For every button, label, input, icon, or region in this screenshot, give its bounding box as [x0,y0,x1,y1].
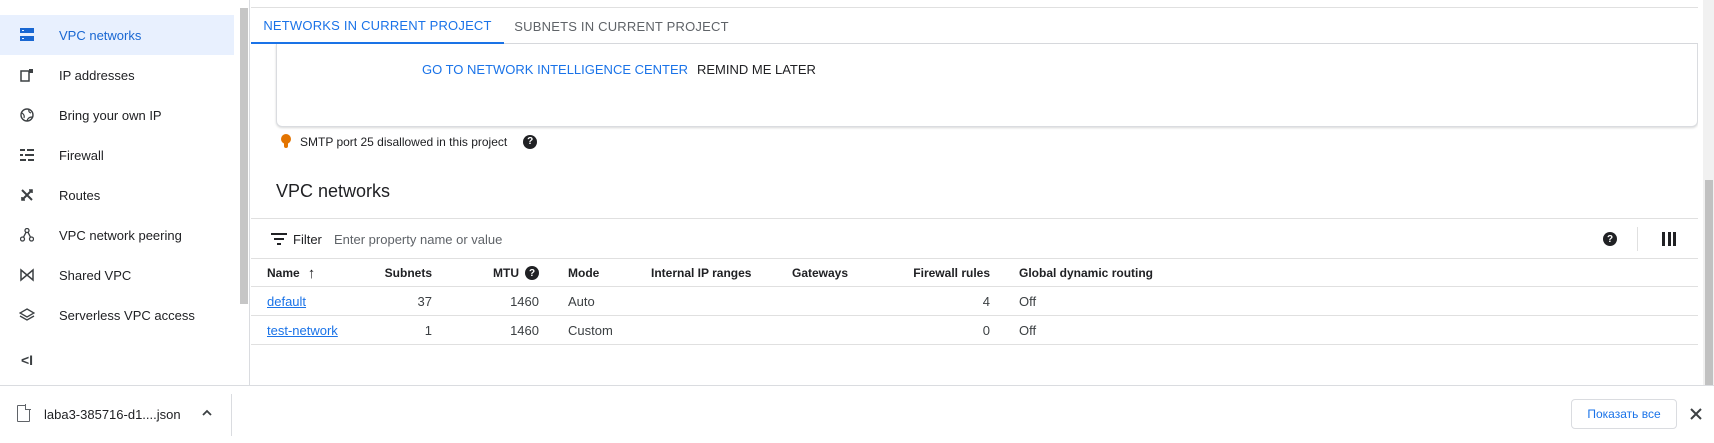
filter-label[interactable]: Filter [293,232,322,247]
close-icon[interactable] [1688,406,1704,422]
filter-bar: Filter ? [251,218,1698,259]
shared-vpc-icon [18,266,36,284]
subnets-cell: 37 [417,294,432,309]
subnets-cell: 1 [424,323,432,338]
sidebar-item-firewall[interactable]: Firewall [0,135,234,175]
table-row: default 37 1460 Auto 4 Off [251,287,1698,316]
help-icon[interactable]: ? [1603,232,1617,246]
sidebar-item-label: VPC network peering [59,227,182,243]
smtp-notice: SMTP port 25 disallowed in this project … [281,134,538,149]
mtu-cell: 1460 [510,294,539,309]
column-header-global-dynamic-routing[interactable]: Global dynamic routing [1019,259,1153,287]
smtp-notice-text: SMTP port 25 disallowed in this project [300,134,508,149]
vpc-networks-icon [18,26,36,44]
tab-bar: NETWORKS IN CURRENT PROJECT SUBNETS IN C… [251,8,1698,44]
sidebar-item-vpc-networks[interactable]: VPC networks [0,15,234,55]
help-icon[interactable]: ? [523,134,538,149]
collapse-sidebar-button[interactable]: <I [18,351,36,369]
column-header-internal-ip-ranges[interactable]: Internal IP ranges [651,259,751,287]
column-header-subnets[interactable]: Subnets [351,259,432,287]
sidebar-item-ip-addresses[interactable]: IP addresses [0,55,234,95]
main-scrollbar-thumb[interactable] [1705,180,1713,385]
sidebar: VPC networks IP addresses Bring your own… [0,0,250,385]
sidebar-item-label: IP addresses [59,67,135,83]
sidebar-item-vpc-network-peering[interactable]: VPC network peering [0,215,234,255]
sidebar-item-label: Firewall [59,147,104,163]
main-content: NETWORKS IN CURRENT PROJECT SUBNETS IN C… [251,0,1698,385]
column-header-mtu[interactable]: MTU ? [451,259,539,287]
network-intelligence-center-link[interactable]: GO TO NETWORK INTELLIGENCE CENTER [422,62,688,77]
table-row: test-network 1 1460 Custom 0 Off [251,316,1698,345]
global-dynamic-routing-cell: Off [1019,294,1037,309]
download-bar: laba3-385716-d1....json Показать все [0,385,1714,443]
ip-addresses-icon [18,66,36,84]
sidebar-scrollbar[interactable] [240,8,248,304]
filter-icon[interactable] [271,233,287,245]
sidebar-item-label: VPC networks [59,27,142,43]
sidebar-item-serverless-vpc-access[interactable]: Serverless VPC access [0,295,234,335]
network-name-cell: default [267,287,306,316]
firewall-rules-cell: 0 [982,323,990,338]
column-header-gateways[interactable]: Gateways [792,259,848,287]
column-header-firewall-rules[interactable]: Firewall rules [871,259,990,287]
serverless-icon [18,306,36,324]
divider [1637,227,1638,251]
column-header-name[interactable]: Name ↑ [267,259,315,287]
table-header: Name ↑ Subnets MTU ? Mode Internal IP ra… [251,259,1698,287]
network-link[interactable]: default [267,294,306,309]
mode-cell: Auto [568,294,595,309]
chevron-up-icon[interactable] [200,406,214,420]
tab-networks-in-current-project[interactable]: NETWORKS IN CURRENT PROJECT [251,8,504,44]
network-link[interactable]: test-network [267,323,338,338]
peering-icon [18,226,36,244]
sidebar-item-label: Serverless VPC access [59,307,195,323]
help-icon[interactable]: ? [525,266,539,280]
mtu-cell: 1460 [510,323,539,338]
sidebar-item-routes[interactable]: Routes [0,175,234,215]
section-title: VPC networks [276,181,391,201]
sidebar-item-label: Shared VPC [59,267,132,283]
sidebar-item-bring-your-own-ip[interactable]: Bring your own IP [0,95,234,135]
global-dynamic-routing-cell: Off [1019,323,1037,338]
file-icon [17,404,31,422]
divider [231,394,232,436]
mode-cell: Custom [568,323,613,338]
firewall-rules-cell: 4 [982,294,990,309]
network-name-cell: test-network [267,316,338,345]
column-display-options-icon[interactable] [1662,232,1676,246]
sidebar-item-label: Bring your own IP [59,107,162,123]
globe-icon [18,106,36,124]
firewall-icon [18,146,36,164]
routes-icon [18,186,36,204]
show-all-downloads-button[interactable]: Показать все [1571,399,1677,429]
column-header-mode[interactable]: Mode [568,259,599,287]
filter-input[interactable] [334,227,834,251]
sort-ascending-icon[interactable]: ↑ [308,265,316,282]
download-file-name[interactable]: laba3-385716-d1....json [44,407,181,422]
lightbulb-icon [281,134,291,149]
info-card [276,44,1698,127]
remind-me-later-button[interactable]: REMIND ME LATER [697,62,816,77]
tab-subnets-in-current-project[interactable]: SUBNETS IN CURRENT PROJECT [504,8,739,44]
sidebar-item-shared-vpc[interactable]: Shared VPC [0,255,234,295]
sidebar-item-label: Routes [59,187,101,203]
